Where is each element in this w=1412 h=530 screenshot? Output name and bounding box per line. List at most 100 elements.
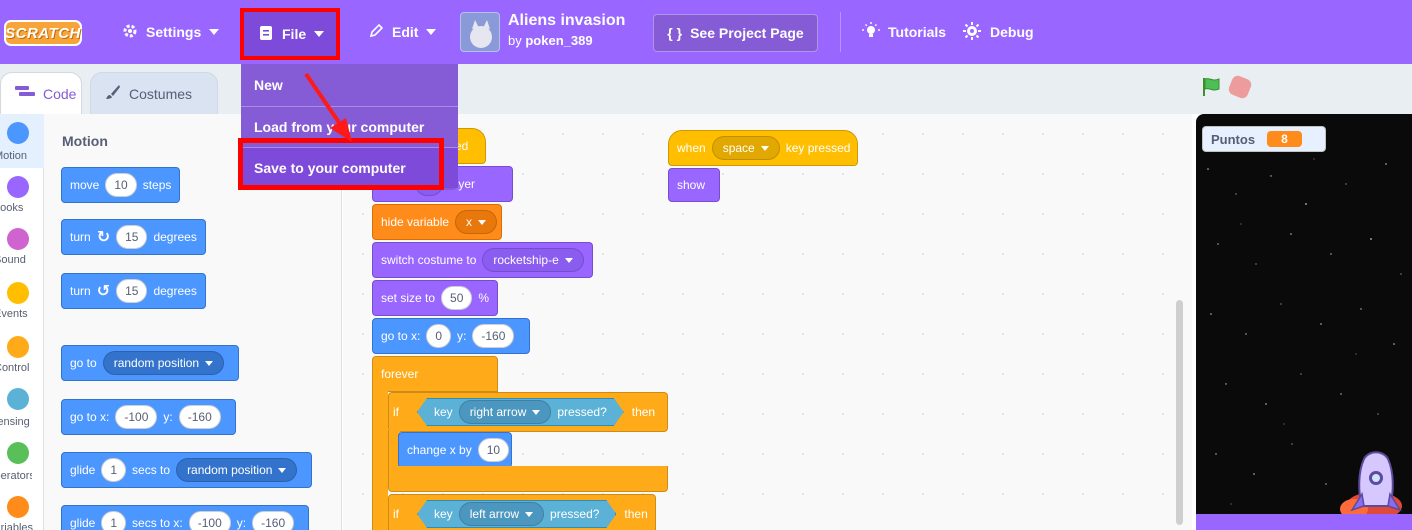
tab-costumes[interactable]: Costumes (90, 72, 218, 114)
block-input[interactable]: 0 (426, 324, 452, 348)
block-turn-left[interactable]: turn ↺ 15 degrees (61, 273, 206, 309)
category-events[interactable]: Events (0, 276, 44, 330)
see-project-page-label: See Project Page (690, 25, 804, 41)
dropdown-value: random position (187, 463, 273, 477)
block-dropdown[interactable]: space (711, 136, 780, 160)
block-forever[interactable]: forever (372, 356, 498, 392)
category-motion-label: Motion (0, 150, 28, 162)
block-input[interactable]: 15 (116, 225, 148, 249)
block-glide[interactable]: glide 1 secs to random position (61, 452, 313, 488)
block-text: if (393, 507, 399, 521)
block-input[interactable]: -100 (115, 405, 158, 429)
block-text: forever (381, 367, 419, 381)
block-switch-costume[interactable]: switch costume to rocketship-e (372, 242, 593, 278)
block-go-to-xy[interactable]: go to x: 0 y: -160 (372, 318, 530, 354)
block-set-size[interactable]: set size to 50 % (372, 280, 498, 316)
category-sensing-label: Sensing (0, 416, 30, 428)
block-input[interactable]: 10 (477, 438, 510, 462)
block-text: y: (236, 516, 247, 530)
block-go-to-xy[interactable]: go to x: -100 y: -160 (61, 399, 236, 435)
rotate-left-icon: ↺ (96, 283, 111, 300)
tab-code[interactable]: Code (0, 72, 82, 114)
block-input[interactable]: 15 (116, 279, 148, 303)
category-operators-label: Operators (0, 470, 32, 482)
dropdown-value: space (722, 141, 755, 155)
block-input[interactable]: -160 (472, 324, 515, 348)
stage-canvas[interactable] (1196, 114, 1412, 514)
stop-icon[interactable] (1226, 73, 1254, 101)
sprite-pane-header (1196, 514, 1412, 530)
block-input[interactable]: -160 (252, 511, 295, 530)
project-title[interactable]: Aliens invasion (508, 12, 625, 30)
workspace-scrollbar[interactable] (1176, 300, 1183, 525)
menu-item-new[interactable]: New (241, 64, 458, 106)
scratch-logo[interactable]: SCRATCH (4, 20, 82, 46)
category-sound[interactable]: Sound (0, 222, 44, 276)
category-control[interactable]: Control (0, 330, 44, 384)
block-input[interactable]: 10 (105, 173, 137, 197)
settings-menu[interactable]: Settings (122, 0, 220, 64)
block-text: go to (70, 356, 97, 370)
block-if-bottom (388, 466, 668, 492)
block-move-steps[interactable]: move 10 steps (61, 167, 181, 203)
tutorials-menu[interactable]: Tutorials (862, 0, 946, 64)
block-key-pressed[interactable]: key left arrow pressed? (417, 500, 616, 528)
block-text: secs to (132, 463, 171, 477)
block-text: turn (70, 230, 91, 244)
project-author: by poken_389 (508, 33, 593, 48)
see-project-page-button[interactable]: { } See Project Page (653, 14, 818, 52)
block-show[interactable]: show (668, 168, 720, 202)
block-if-left-arrow[interactable]: if key left arrow pressed? then (388, 494, 656, 530)
category-variables-label: Variables (0, 522, 34, 530)
block-dropdown[interactable]: x (455, 210, 498, 234)
dropdown-value: x (466, 215, 473, 229)
block-if-right-arrow[interactable]: if key right arrow pressed? then (388, 392, 668, 432)
category-control-dot (7, 336, 29, 358)
block-change-x[interactable]: change x by 10 (398, 432, 512, 468)
block-dropdown[interactable]: random position (176, 458, 298, 482)
variable-monitor-puntos[interactable]: Puntos 8 (1202, 126, 1326, 152)
category-variables-dot (7, 496, 29, 518)
block-input[interactable]: 1 (101, 458, 127, 482)
gear-icon (122, 23, 138, 42)
block-input[interactable]: 50 (441, 286, 473, 310)
block-text: if (393, 405, 399, 419)
block-glide-xy[interactable]: glide 1 secs to x: -100 y: -160 (61, 505, 310, 530)
category-events-label: Events (0, 308, 28, 320)
file-menu[interactable]: File (240, 8, 340, 60)
monitor-value: 8 (1267, 131, 1302, 147)
block-hide-variable[interactable]: hide variable x (372, 204, 502, 240)
file-label: File (282, 26, 307, 42)
category-variables[interactable]: Variables (0, 492, 44, 530)
block-dropdown[interactable]: random position (102, 351, 225, 375)
block-dropdown[interactable]: right arrow (459, 400, 552, 424)
rocket-sprite (1340, 451, 1402, 514)
category-sensing[interactable]: Sensing (0, 384, 44, 438)
category-motion-dot (7, 122, 29, 144)
category-looks[interactable]: Looks (0, 168, 44, 222)
category-operators[interactable]: Operators (0, 438, 44, 492)
pencil-icon (368, 23, 384, 42)
block-key-pressed[interactable]: key right arrow pressed? (417, 398, 624, 426)
author-name[interactable]: poken_389 (525, 33, 592, 48)
block-go-to[interactable]: go to random position (61, 345, 240, 381)
block-input[interactable]: -100 (188, 511, 231, 530)
block-input[interactable]: 1 (101, 511, 127, 530)
edit-label: Edit (392, 24, 419, 40)
block-text: change x by (407, 443, 472, 457)
code-icon (15, 85, 35, 102)
block-turn-right[interactable]: turn ↻ 15 degrees (61, 219, 206, 255)
block-dropdown[interactable]: rocketship-e (482, 248, 584, 272)
block-dropdown[interactable]: left arrow (459, 502, 544, 526)
dropdown-value: left arrow (469, 507, 520, 521)
dropdown-value: random position (113, 356, 200, 370)
debug-menu[interactable]: Debug (962, 0, 1034, 64)
tab-costumes-label: Costumes (129, 85, 193, 102)
edit-menu[interactable]: Edit (368, 0, 437, 64)
category-motion[interactable]: Motion (0, 114, 44, 168)
block-when-key-pressed[interactable]: when space key pressed (668, 130, 858, 166)
green-flag-icon[interactable] (1200, 76, 1222, 103)
block-text: switch costume to (381, 253, 477, 267)
block-input[interactable]: -160 (178, 405, 221, 429)
block-forever-arm (372, 390, 388, 530)
